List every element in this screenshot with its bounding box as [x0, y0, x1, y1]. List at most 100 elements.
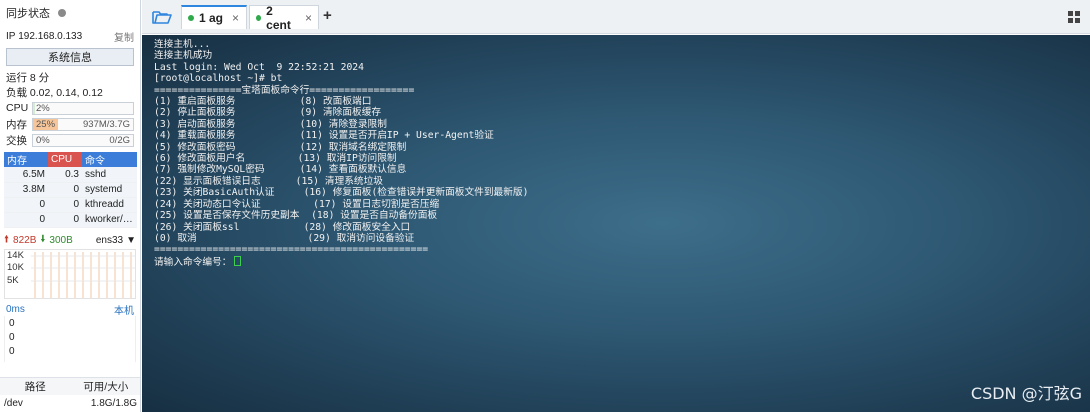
watermark: CSDN @汀弦G — [970, 384, 1082, 403]
memory-usage-bar: 25% 937M/3.7G — [32, 117, 134, 131]
process-cpu: 0.3 — [48, 167, 82, 183]
terminal-line: (22) 显示面板错误日志 (15) 清理系统垃圾 — [154, 175, 383, 187]
server-status-sidebar: 同步状态 IP 192.168.0.133 复制 系统信息 运行 8 分 负载 … — [0, 0, 141, 412]
swap-usage-amount: 0/2G — [109, 134, 130, 146]
disk-size: 1.8G/1.8G — [90, 398, 137, 409]
terminal-prompt-line[interactable]: 请输入命令编号： — [154, 255, 528, 268]
traffic-axis-label: 5K — [7, 274, 19, 286]
latency-axis-label: 0 — [9, 317, 15, 329]
process-command: sshd — [82, 167, 137, 183]
process-command: kthreadd — [82, 197, 137, 213]
upload-rate: 822B — [13, 235, 37, 246]
table-row[interactable]: /dev 1.8G/1.8G — [0, 395, 140, 412]
sync-status-indicator-icon — [58, 9, 66, 17]
column-header-path[interactable]: 路径 — [0, 378, 71, 395]
download-arrow-icon: 🠛 — [40, 234, 46, 245]
swap-label: 交换 — [6, 134, 27, 147]
connected-status-icon — [188, 15, 194, 21]
folder-icon[interactable] — [152, 9, 172, 25]
uptime-text: 运行 8 分 — [6, 72, 50, 84]
network-interface-name: ens33 — [95, 235, 124, 246]
terminal-line: (6) 修改面板用户名 (13) 取消IP访问限制 — [154, 153, 397, 165]
network-interface-select[interactable]: ens33 ▼ — [96, 235, 136, 246]
terminal-panel[interactable]: 连接主机... 连接主机成功 Last login: Wed Oct 9 22:52… — [142, 35, 1090, 412]
disk-table-header: 路径 可用/大小 — [0, 377, 141, 395]
column-header-available-size[interactable]: 可用/大小 — [71, 378, 141, 395]
terminal-line: (0) 取消 (29) 取消访问设备验证 — [154, 232, 415, 244]
table-row[interactable]: 6.5M 0.3 sshd — [4, 167, 137, 183]
ip-address: 192.168.0.133 — [18, 30, 83, 42]
system-info-button[interactable]: 系统信息 — [6, 48, 134, 66]
load-average-text: 负载 0.02, 0.14, 0.12 — [6, 87, 103, 99]
process-memory: 3.8M — [4, 182, 48, 198]
latency-value: 0ms — [6, 303, 25, 315]
cpu-usage-row: CPU 2% — [0, 100, 140, 116]
grid-layout-icon[interactable] — [1068, 11, 1080, 23]
terminal-line: (2) 停止面板服务 (9) 清除面板缓存 — [154, 107, 382, 119]
sync-status-label: 同步状态 — [6, 8, 50, 20]
add-tab-button[interactable]: + — [323, 7, 332, 24]
cpu-usage-bar: 2% — [32, 101, 134, 115]
traffic-axis-label: 10K — [7, 261, 24, 273]
copy-ip-button[interactable]: 复制 — [114, 29, 134, 44]
latency-row: 0ms 本机 — [0, 302, 140, 317]
ip-label: IP — [6, 30, 16, 42]
disk-path: /dev — [4, 398, 23, 409]
process-cpu: 0 — [48, 182, 82, 198]
terminal-output: 连接主机... 连接主机成功 Last login: Wed Oct 9 22:52… — [154, 39, 528, 268]
latency-host-select[interactable]: 本机 — [114, 302, 134, 317]
terminal-line: (26) 关闭面板ssl (28) 修改面板安全入口 — [154, 221, 411, 233]
memory-usage-percent: 25% — [36, 118, 56, 130]
table-row[interactable]: 3.8M 0 systemd — [4, 182, 137, 198]
close-icon[interactable]: × — [305, 11, 312, 25]
table-row[interactable]: 0 0 kworker/… — [4, 212, 137, 228]
process-command: systemd — [82, 182, 137, 198]
terminal-cursor[interactable] — [233, 255, 241, 266]
terminal-line: (24) 关闭动态口令认证 (17) 设置日志切割是否压缩 — [154, 198, 440, 210]
swap-usage-percent: 0% — [36, 134, 50, 146]
traffic-axis-label: 14K — [7, 249, 24, 261]
command-prompt: 请输入命令编号： — [154, 256, 232, 268]
cpu-usage-fill — [33, 102, 35, 114]
terminal-line: (7) 强制修改MySQL密码 (14) 查看面板默认信息 — [154, 164, 407, 176]
tab-session-1[interactable]: 1 ag × — [181, 5, 247, 29]
ip-row: IP 192.168.0.133 复制 — [0, 26, 140, 46]
process-memory: 0 — [4, 212, 48, 228]
tab-session-2[interactable]: 2 cent × — [249, 3, 319, 32]
session-tab-bar: 1 ag × 2 cent × + — [142, 0, 1090, 34]
tab-label: 2 cent — [266, 3, 291, 32]
memory-usage-amount: 937M/3.7G — [83, 118, 130, 130]
connected-status-icon — [256, 14, 262, 21]
chevron-down-icon: ▼ — [126, 235, 136, 246]
latency-chart: 0 0 0 — [4, 315, 136, 362]
terminal-line: ===============宝塔面板命令行================== — [154, 84, 415, 96]
terminal-line: (3) 启动面板服务 (10) 清除登录限制 — [154, 118, 387, 130]
terminal-line: 连接主机成功 — [154, 50, 213, 62]
memory-usage-row: 内存 25% 937M/3.7G — [0, 116, 140, 132]
column-header-command[interactable]: 命令 — [82, 152, 137, 167]
cpu-usage-percent: 2% — [36, 102, 50, 114]
process-memory: 6.5M — [4, 167, 48, 183]
network-traffic-row: 🠙 822B 🠛 300B ens33 ▼ — [0, 234, 140, 248]
swap-usage-row: 交换 0% 0/2G — [0, 132, 140, 148]
column-header-cpu[interactable]: CPU — [48, 152, 82, 167]
column-header-memory[interactable]: 内存 — [4, 152, 48, 167]
latency-axis-label: 0 — [9, 345, 15, 357]
process-command: kworker/… — [82, 212, 137, 228]
terminal-line: (5) 修改面板密码 (12) 取消域名绑定限制 — [154, 141, 407, 153]
process-cpu: 0 — [48, 197, 82, 213]
terminal-line: [root@localhost ~]# bt — [154, 73, 283, 85]
terminal-line: (23) 关闭BasicAuth认证 (16) 修复面板(检查错误并更新面板文件… — [154, 187, 529, 199]
terminal-line: (1) 重启面板服务 (8) 改面板端口 — [154, 96, 372, 108]
terminal-line: 连接主机... — [154, 39, 211, 50]
terminal-line: ========================================… — [154, 244, 429, 256]
upload-arrow-icon: 🠙 — [4, 234, 10, 245]
sync-status-row: 同步状态 — [0, 0, 140, 26]
cpu-label: CPU — [6, 102, 29, 114]
swap-usage-bar: 0% 0/2G — [32, 133, 134, 147]
process-cpu: 0 — [48, 212, 82, 228]
process-table: 内存 CPU 命令 6.5M 0.3 sshd 3.8M 0 systemd 0… — [4, 152, 137, 228]
table-row[interactable]: 0 0 kthreadd — [4, 197, 137, 213]
terminal-line: Last login: Wed Oct 9 22:52:21 2024 — [154, 61, 364, 73]
close-icon[interactable]: × — [232, 11, 239, 25]
